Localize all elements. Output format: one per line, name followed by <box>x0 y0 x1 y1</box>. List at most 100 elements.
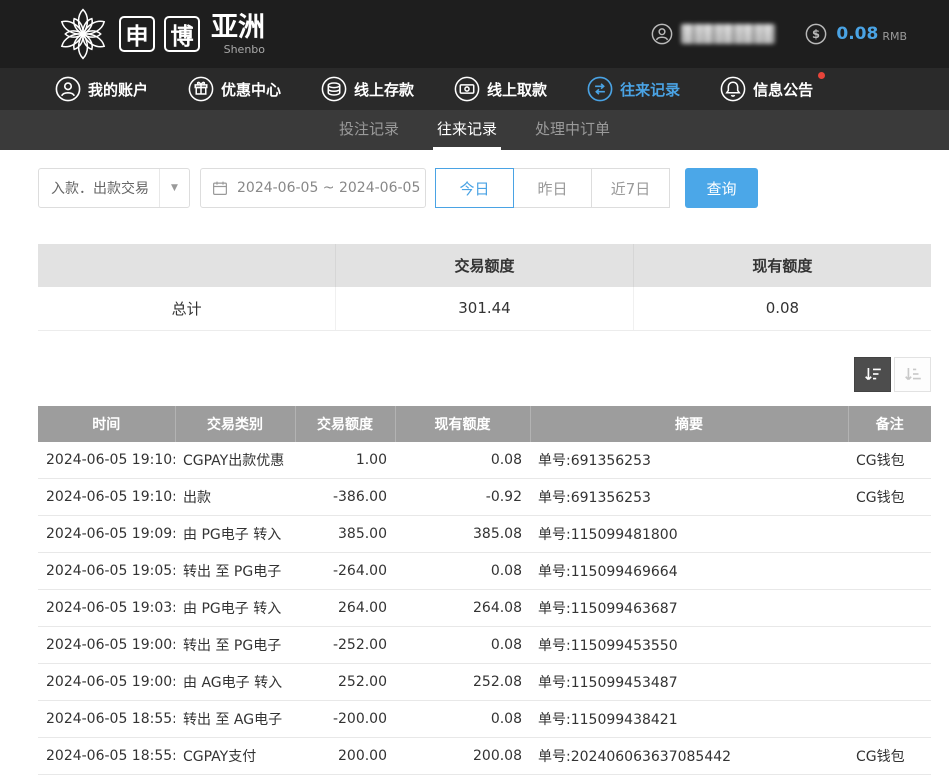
date-range-value: 2024-06-05 ~ 2024-06-05 <box>237 180 420 196</box>
table-cell: 2024-06-05 19:10:14 <box>38 479 175 516</box>
account-user-icon[interactable] <box>651 23 673 45</box>
topbar: 申 博 亚洲 Shenbo $ 0.08 RMB <box>0 0 949 68</box>
nav-label: 优惠中心 <box>221 79 281 100</box>
table-cell: 264.08 <box>395 590 530 627</box>
table-row: 2024-06-05 19:00:22由 AG电子 转入252.00252.08… <box>38 664 931 701</box>
nav-label: 我的账户 <box>88 79 148 100</box>
table-cell: 由 AG电子 转入 <box>175 664 295 701</box>
table-cell: 单号:115099481800 <box>530 516 848 553</box>
table-cell: 单号:691356253 <box>530 442 848 479</box>
table-cell: 2024-06-05 18:55:22 <box>38 701 175 738</box>
yesterday-button[interactable]: 昨日 <box>513 168 592 208</box>
summary-table: 交易额度 现有额度 总计 301.44 0.08 <box>38 244 931 331</box>
chevron-down-icon: ▼ <box>159 169 189 207</box>
table-row: 2024-06-05 19:10:14出款-386.00-0.92单号:6913… <box>38 479 931 516</box>
topbar-right: $ 0.08 RMB <box>651 23 907 45</box>
today-button[interactable]: 今日 <box>435 168 514 208</box>
sort-desc-icon <box>862 363 884 385</box>
dollar-coin-icon: $ <box>805 23 827 45</box>
logo-char-shen: 申 <box>119 16 155 52</box>
transfer-arrows-icon <box>587 76 613 102</box>
nav-item-my-account[interactable]: 我的账户 <box>55 76 148 102</box>
table-cell: 2024-06-05 19:09:46 <box>38 516 175 553</box>
table-cell <box>848 701 931 738</box>
main-nav: 我的账户 优惠中心 线上存款 <box>0 68 949 110</box>
nav-item-withdraw[interactable]: 线上取款 <box>454 76 547 102</box>
tab-processing-orders[interactable]: 处理中订单 <box>531 110 614 150</box>
table-cell: 出款 <box>175 479 295 516</box>
records-header-row: 时间 交易类别 交易额度 现有额度 摘要 备注 <box>38 406 931 442</box>
logo[interactable]: 申 博 亚洲 Shenbo <box>56 7 265 61</box>
date-range-picker[interactable]: 2024-06-05 ~ 2024-06-05 <box>200 168 426 208</box>
deposit-coins-icon <box>321 76 347 102</box>
withdraw-banknote-icon <box>454 76 480 102</box>
balance-area[interactable]: $ 0.08 RMB <box>805 23 907 45</box>
header-type: 交易类别 <box>175 406 295 442</box>
table-cell: -0.92 <box>395 479 530 516</box>
summary-header-current: 现有额度 <box>633 244 931 287</box>
tab-betting-records[interactable]: 投注记录 <box>335 110 403 150</box>
table-cell: 252.00 <box>295 664 395 701</box>
search-button[interactable]: 查询 <box>685 168 758 208</box>
table-cell: 2024-06-05 19:00:22 <box>38 664 175 701</box>
table-cell: 2024-06-05 19:10:14 <box>38 442 175 479</box>
table-cell: 转出 至 AG电子 <box>175 701 295 738</box>
quick-date-group: 今日 昨日 近7日 <box>436 168 670 208</box>
sub-nav: 投注记录 往来记录 处理中订单 <box>0 110 949 150</box>
table-row: 2024-06-05 19:03:42由 PG电子 转入264.00264.08… <box>38 590 931 627</box>
table-cell: 2024-06-05 18:55:08 <box>38 738 175 775</box>
table-cell: -386.00 <box>295 479 395 516</box>
table-cell: 单号:115099453487 <box>530 664 848 701</box>
header-summary: 摘要 <box>530 406 848 442</box>
notification-badge <box>818 72 825 79</box>
transaction-type-select[interactable]: 入款．出款交易 ▼ <box>38 168 190 208</box>
summary-header-transaction: 交易额度 <box>336 244 634 287</box>
table-cell <box>848 590 931 627</box>
table-row: 2024-06-05 18:55:08CGPAY支付200.00200.08单号… <box>38 738 931 775</box>
tab-transaction-records[interactable]: 往来记录 <box>433 110 501 150</box>
sort-desc-button[interactable] <box>854 357 891 392</box>
table-cell: CGPAY支付 <box>175 738 295 775</box>
table-cell <box>848 516 931 553</box>
records-body: 2024-06-05 19:10:14CGPAY出款优惠1.000.08单号:6… <box>38 442 931 775</box>
nav-label: 信息公告 <box>753 79 813 100</box>
nav-label: 线上取款 <box>487 79 547 100</box>
sort-asc-button[interactable] <box>894 357 931 392</box>
transaction-type-value: 入款．出款交易 <box>51 178 149 198</box>
records-table: 时间 交易类别 交易额度 现有额度 摘要 备注 2024-06-05 19:10… <box>38 406 931 776</box>
summary-current-total: 0.08 <box>633 287 931 330</box>
table-cell: 由 PG电子 转入 <box>175 590 295 627</box>
table-cell: 转出 至 PG电子 <box>175 553 295 590</box>
summary-header-empty <box>38 244 336 287</box>
last7days-button[interactable]: 近7日 <box>591 168 670 208</box>
summary-header-row: 交易额度 现有额度 <box>38 244 931 287</box>
username-blurred[interactable] <box>681 24 775 44</box>
table-cell: 264.00 <box>295 590 395 627</box>
logo-subtitle: Shenbo <box>224 44 265 55</box>
sort-asc-icon <box>902 363 924 385</box>
table-cell <box>848 553 931 590</box>
nav-item-promotions[interactable]: 优惠中心 <box>188 76 281 102</box>
logo-region: 亚洲 Shenbo <box>211 14 265 55</box>
header-transaction-amount: 交易额度 <box>295 406 395 442</box>
content: 入款．出款交易 ▼ 2024-06-05 ~ 2024-06-05 今日 昨日 … <box>0 168 949 775</box>
table-cell: CG钱包 <box>848 479 931 516</box>
table-cell: 0.08 <box>395 701 530 738</box>
user-icon <box>55 76 81 102</box>
nav-item-transaction-records[interactable]: 往来记录 <box>587 76 680 102</box>
table-cell: -264.00 <box>295 553 395 590</box>
table-cell: 200.00 <box>295 738 395 775</box>
logo-region-text: 亚洲 <box>211 14 265 41</box>
table-cell: 385.08 <box>395 516 530 553</box>
nav-item-deposit[interactable]: 线上存款 <box>321 76 414 102</box>
table-row: 2024-06-05 18:55:22转出 至 AG电子-200.000.08单… <box>38 701 931 738</box>
summary-total-label: 总计 <box>38 287 336 330</box>
table-cell: 1.00 <box>295 442 395 479</box>
summary-transaction-total: 301.44 <box>336 287 634 330</box>
table-row: 2024-06-05 19:09:46由 PG电子 转入385.00385.08… <box>38 516 931 553</box>
gift-icon <box>188 76 214 102</box>
table-cell: 单号:115099438421 <box>530 701 848 738</box>
table-cell: 0.08 <box>395 442 530 479</box>
header-current-amount: 现有额度 <box>395 406 530 442</box>
nav-item-announcements[interactable]: 信息公告 <box>720 76 813 102</box>
